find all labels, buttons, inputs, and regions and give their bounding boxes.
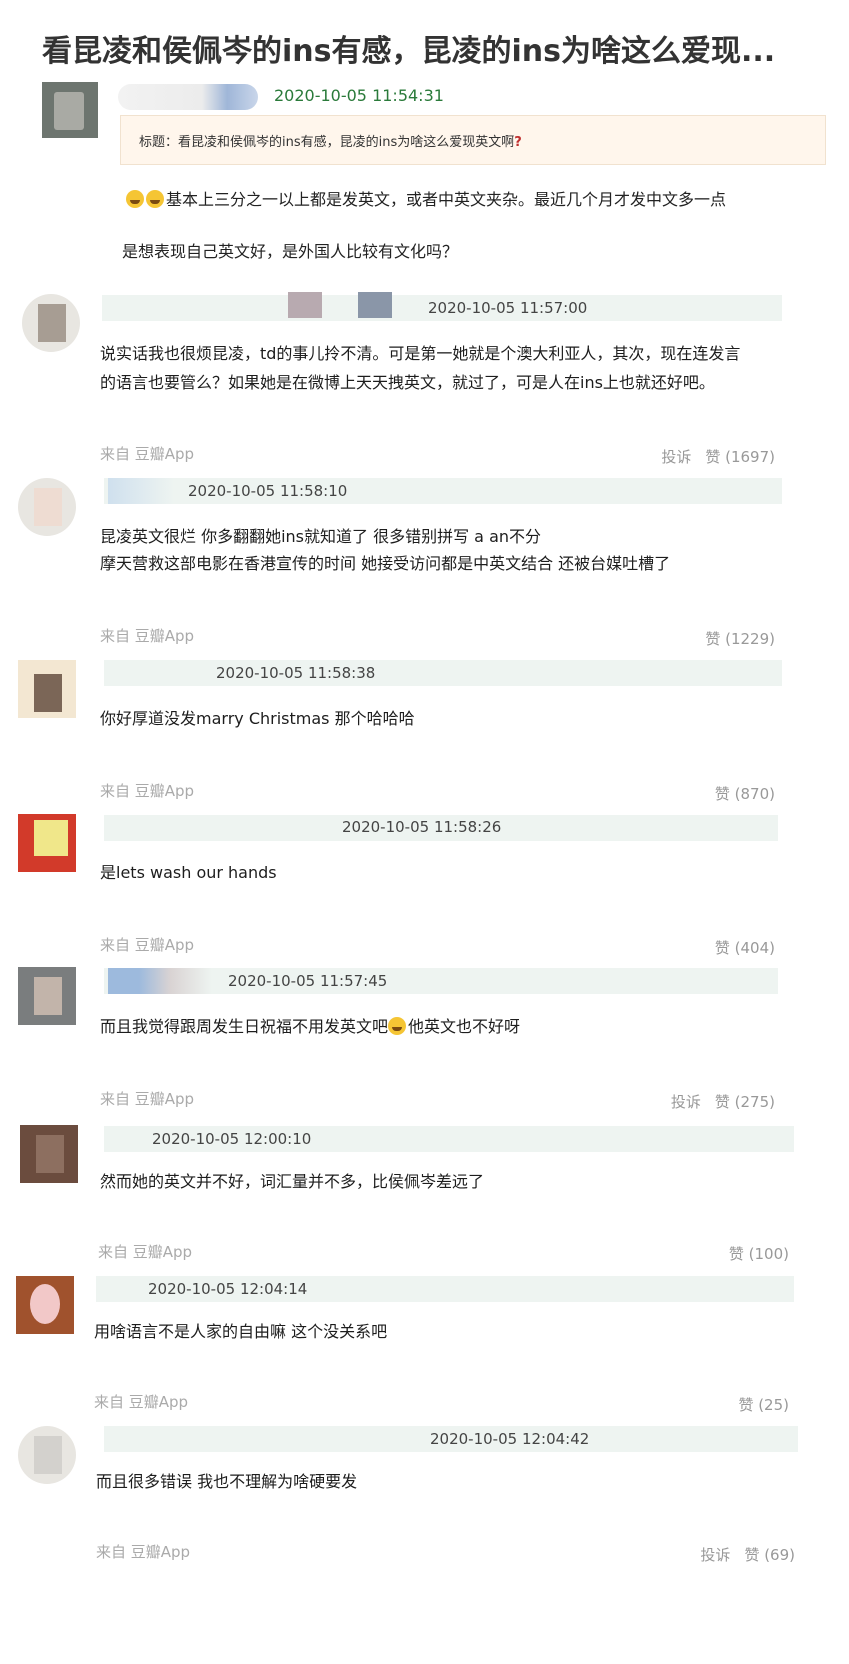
comment-text: 昆凌英文很烂 你多翻翻她ins就知道了 很多错别拼写 a an不分 bbox=[100, 527, 542, 546]
like-button[interactable]: 赞 (1229) bbox=[705, 630, 775, 648]
username-blurred[interactable] bbox=[108, 968, 212, 994]
comment-actions: 赞 (404) bbox=[687, 937, 775, 958]
report-link[interactable]: 投诉 bbox=[671, 1093, 701, 1111]
avatar[interactable] bbox=[18, 967, 76, 1025]
like-button[interactable]: 赞 (275) bbox=[715, 1093, 775, 1111]
comment-actions: 赞 (25) bbox=[710, 1394, 789, 1415]
grin-emoji-icon bbox=[146, 190, 164, 208]
screenshot-page: 看昆凌和侯佩岑的ins有感，昆凌的ins为啥这么爱现... 2020-10-05… bbox=[0, 0, 849, 1664]
comment-timestamp: 2020-10-05 12:04:42 bbox=[430, 1430, 590, 1448]
like-button[interactable]: 赞 (1697) bbox=[705, 448, 775, 466]
comment-text: 然而她的英文并不好，词汇量并不多，比侯佩岑差远了 bbox=[100, 1172, 485, 1191]
comment-text: 用啥语言不是人家的自由嘛 这个没关系吧 bbox=[94, 1322, 388, 1341]
comment-timestamp: 2020-10-05 11:58:38 bbox=[216, 664, 376, 682]
page-title: 看昆凌和侯佩岑的ins有感，昆凌的ins为啥这么爱现... bbox=[42, 34, 776, 69]
question-mark-icon: ? bbox=[514, 135, 522, 150]
username-blurred[interactable] bbox=[358, 292, 392, 318]
avatar[interactable] bbox=[18, 478, 76, 536]
avatar[interactable] bbox=[18, 814, 76, 872]
comment-actions: 赞 (1229) bbox=[677, 628, 775, 649]
comment-timestamp: 2020-10-05 11:58:26 bbox=[342, 818, 502, 836]
post-subject-box: 标题：看昆凌和侯佩岑的ins有感，昆凌的ins为啥这么爱现英文啊? bbox=[120, 115, 826, 165]
comment-actions: 投诉赞 (275) bbox=[657, 1091, 775, 1112]
comment-text: 是lets wash our hands bbox=[100, 863, 277, 882]
comment-actions: 投诉赞 (69) bbox=[686, 1544, 795, 1565]
comment-timestamp: 2020-10-05 12:04:14 bbox=[148, 1280, 308, 1298]
avatar[interactable] bbox=[42, 82, 98, 138]
like-button[interactable]: 赞 (404) bbox=[715, 939, 775, 957]
post-subject: 标题：看昆凌和侯佩岑的ins有感，昆凌的ins为啥这么爱现英文啊 bbox=[139, 135, 515, 150]
like-button[interactable]: 赞 (870) bbox=[715, 785, 775, 803]
username-blurred[interactable] bbox=[118, 84, 258, 110]
like-button[interactable]: 赞 (100) bbox=[729, 1245, 789, 1263]
username-blurred[interactable] bbox=[288, 292, 322, 318]
comment-header-bar bbox=[104, 660, 782, 686]
avatar[interactable] bbox=[22, 294, 80, 352]
avatar[interactable] bbox=[18, 1426, 76, 1484]
comment-actions: 投诉赞 (1697) bbox=[647, 446, 775, 467]
comment-source: 来自 豆瓣App bbox=[100, 445, 195, 463]
like-button[interactable]: 赞 (69) bbox=[744, 1546, 795, 1564]
grin-emoji-icon bbox=[388, 1017, 407, 1035]
comment-source: 来自 豆瓣App bbox=[100, 936, 195, 954]
comment-timestamp: 2020-10-05 11:57:00 bbox=[428, 299, 588, 317]
comment-text: 的语言也要管么？如果她是在微博上天天拽英文，就过了，可是人在ins上也就还好吧。 bbox=[100, 373, 715, 392]
avatar[interactable] bbox=[18, 660, 76, 718]
post-body-line: 基本上三分之一以上都是发英文，或者中英文夹杂。最近几个月才发中文多一点 bbox=[126, 186, 726, 210]
comment-actions: 赞 (100) bbox=[701, 1243, 789, 1264]
comment-source: 来自 豆瓣App bbox=[98, 1243, 193, 1261]
username-blurred[interactable] bbox=[108, 478, 174, 504]
comment-source: 来自 豆瓣App bbox=[100, 1090, 195, 1108]
comment-text: 摩天营救这部电影在香港宣传的时间 她接受访问都是中英文结合 还被台媒吐槽了 bbox=[100, 554, 671, 573]
avatar[interactable] bbox=[16, 1276, 74, 1334]
report-link[interactable]: 投诉 bbox=[700, 1546, 730, 1564]
comment-actions: 赞 (870) bbox=[687, 783, 775, 804]
avatar[interactable] bbox=[20, 1125, 78, 1183]
comment-source: 来自 豆瓣App bbox=[100, 627, 195, 645]
sweat-smile-emoji-icon bbox=[126, 190, 144, 208]
comment-text: 而且很多错误 我也不理解为啥硬要发 bbox=[96, 1472, 358, 1491]
comment-source: 来自 豆瓣App bbox=[96, 1543, 191, 1561]
post-body-line: 是想表现自己英文好，是外国人比较有文化吗？ bbox=[122, 242, 459, 261]
comment-text: 而且我觉得跟周发生日祝福不用发英文吧 他英文也不好呀 bbox=[100, 1017, 521, 1036]
comment-source: 来自 豆瓣App bbox=[100, 782, 195, 800]
comment-timestamp: 2020-10-05 12:00:10 bbox=[152, 1130, 312, 1148]
comment-source: 来自 豆瓣App bbox=[94, 1393, 189, 1411]
report-link[interactable]: 投诉 bbox=[661, 448, 691, 466]
like-button[interactable]: 赞 (25) bbox=[738, 1396, 789, 1414]
post-timestamp: 2020-10-05 11:54:31 bbox=[274, 86, 444, 105]
comment-timestamp: 2020-10-05 11:58:10 bbox=[188, 482, 348, 500]
comment-timestamp: 2020-10-05 11:57:45 bbox=[228, 972, 388, 990]
comment-text: 你好厚道没发marry Christmas 那个哈哈哈 bbox=[100, 709, 415, 728]
comment-text: 说实话我也很烦昆凌，td的事儿拎不清。可是第一她就是个澳大利亚人，其次，现在连发… bbox=[100, 344, 741, 363]
